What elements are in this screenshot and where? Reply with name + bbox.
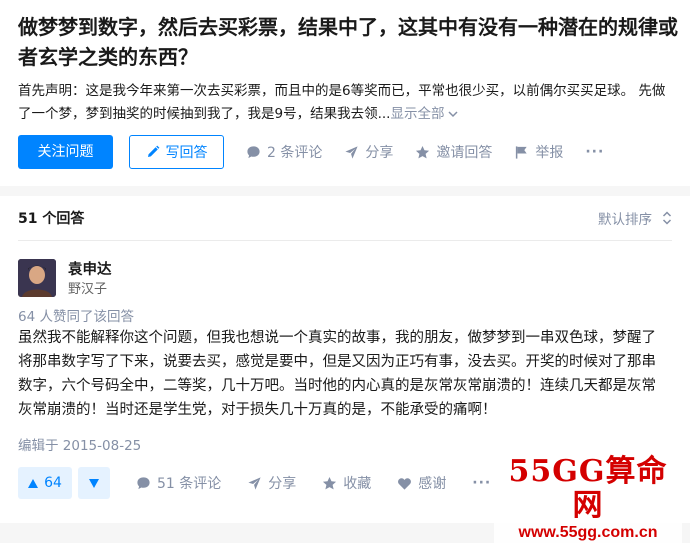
triangle-up-icon xyxy=(28,478,39,488)
question-actions: 关注问题 写回答 2 条评论 分享 邀请回答 举报 ··· xyxy=(18,135,604,169)
pencil-icon xyxy=(147,145,159,157)
upvote-count: 64 xyxy=(44,475,62,491)
share-icon xyxy=(248,476,261,490)
follow-question-button[interactable]: 关注问题 xyxy=(18,135,113,169)
comment-icon xyxy=(137,476,150,489)
answer-comments-label: 51 条评论 xyxy=(157,476,222,492)
answer-count: 51 个回答 xyxy=(18,211,85,227)
question-card: 做梦梦到数字，然后去买彩票，结果中了，这其中有没有一种潜在的规律或者玄学之类的东… xyxy=(0,0,690,186)
avatar[interactable] xyxy=(18,259,56,297)
report-button[interactable]: 举报 xyxy=(514,142,563,162)
answers-header: 51 个回答 默认排序 xyxy=(18,196,672,241)
invite-answer-button[interactable]: 邀请回答 xyxy=(415,142,492,162)
watermark-title: 55GG算命网 xyxy=(508,454,668,523)
edited-date[interactable]: 编辑于 2015-08-25 xyxy=(18,434,141,454)
write-answer-label: 写回答 xyxy=(165,145,208,161)
downvote-button[interactable] xyxy=(78,467,110,499)
comment-icon xyxy=(247,145,260,158)
answer-more-button[interactable]: ··· xyxy=(472,475,491,491)
question-comments-button[interactable]: 2 条评论 xyxy=(246,142,322,162)
answer-share-label: 分享 xyxy=(268,476,297,492)
answer-body: 虽然我不能解释你这个问题，但我也想说一个真实的故事，我的朋友，做梦梦到一串双色球… xyxy=(18,330,656,418)
sort-chevron-icon xyxy=(662,211,672,225)
question-share-button[interactable]: 分享 xyxy=(344,142,393,162)
answer-comments-button[interactable]: 51 条评论 xyxy=(136,473,221,493)
chevron-down-icon xyxy=(448,111,458,118)
voters-info[interactable]: 64 人赞同了该回答 xyxy=(18,305,134,325)
author-name[interactable]: 袁申达 xyxy=(68,258,112,279)
thanks-label: 感谢 xyxy=(418,476,447,492)
report-label: 举报 xyxy=(535,145,564,161)
answer-share-button[interactable]: 分享 xyxy=(247,473,296,493)
write-answer-button[interactable]: 写回答 xyxy=(129,135,224,169)
star-icon xyxy=(323,476,337,489)
heart-icon xyxy=(398,477,412,490)
collect-label: 收藏 xyxy=(343,476,372,492)
show-all-button[interactable]: 显示全部 xyxy=(390,106,459,122)
star-icon xyxy=(416,145,430,158)
flag-icon xyxy=(516,145,528,159)
question-excerpt-text: 首先声明：这是我今年来第一次去买彩票，而且中的是6等奖而已，平常也很少买，以前偶… xyxy=(18,83,666,122)
question-more-button[interactable]: ··· xyxy=(585,144,604,160)
collect-button[interactable]: 收藏 xyxy=(322,473,371,493)
watermark-url: www.55gg.com.cn xyxy=(518,524,658,541)
site-watermark: 55GG算命网 www.55gg.com.cn xyxy=(494,455,682,543)
avatar-portrait xyxy=(18,259,56,297)
author-bio: 野汉子 xyxy=(68,282,108,297)
upvote-button[interactable]: 64 xyxy=(18,467,72,499)
share-icon xyxy=(345,145,358,159)
show-all-label: 显示全部 xyxy=(390,106,445,122)
sort-label: 默认排序 xyxy=(598,212,652,228)
question-comments-label: 2 条评论 xyxy=(267,145,323,161)
sort-dropdown[interactable]: 默认排序 xyxy=(598,208,672,228)
question-share-label: 分享 xyxy=(365,145,394,161)
question-title[interactable]: 做梦梦到数字，然后去买彩票，结果中了，这其中有没有一种潜在的规律或者玄学之类的东… xyxy=(18,12,678,72)
question-excerpt[interactable]: 首先声明：这是我今年来第一次去买彩票，而且中的是6等奖而已，平常也很少买，以前偶… xyxy=(18,80,668,126)
answer-actions: 64 51 条评论 分享 收藏 感谢 ··· xyxy=(18,467,491,499)
thanks-button[interactable]: 感谢 xyxy=(397,473,446,493)
triangle-down-icon xyxy=(89,478,99,488)
invite-answer-label: 邀请回答 xyxy=(436,145,493,161)
